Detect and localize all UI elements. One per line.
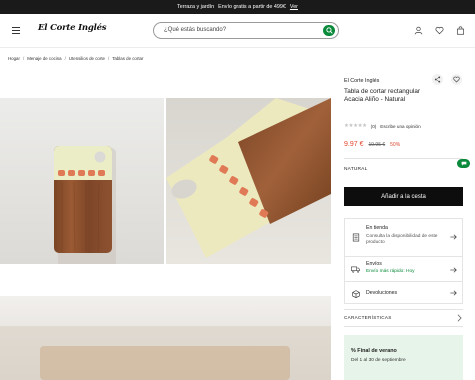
wishlist-heart-icon[interactable] xyxy=(451,74,462,85)
bag-icon[interactable] xyxy=(455,25,465,35)
rating-stars: ★★★★★ xyxy=(344,123,367,129)
current-price: 9.97 € xyxy=(344,141,364,148)
returns-title: Devoluciones xyxy=(366,290,398,296)
user-icon[interactable] xyxy=(413,25,423,35)
promo-category[interactable]: Terraza y jardín xyxy=(177,4,214,10)
shipping-description: Envío más rápido: Hoy xyxy=(366,269,415,274)
product-image-3[interactable] xyxy=(0,296,331,380)
features-label: CARACTERÍSTICAS xyxy=(344,315,392,320)
banner-title: % Final de verano xyxy=(351,348,397,354)
returns-item[interactable]: Devoluciones xyxy=(345,282,462,304)
product-rating: ★★★★★ (0) Escribe una opinión xyxy=(344,123,421,129)
breadcrumb-item[interactable]: Hogar xyxy=(8,56,20,61)
breadcrumb-item[interactable]: Utensilios de corte xyxy=(69,56,105,61)
store-description: Consulta la disponibilidad de este produ… xyxy=(366,234,438,245)
summer-sale-banner[interactable]: % Final de verano Del 1 al 30 de septiem… xyxy=(344,335,463,380)
site-header: El Corte Inglés ¿Qué estás buscando? xyxy=(0,14,475,48)
product-page: Terraza y jardín Envío gratis a partir d… xyxy=(0,0,475,380)
site-logo[interactable]: El Corte Inglés xyxy=(38,23,107,33)
store-availability-item[interactable]: En tienda Consulta la disponibilidad de … xyxy=(345,219,462,256)
chat-button[interactable] xyxy=(457,159,470,168)
services-box: En tienda Consulta la disponibilidad de … xyxy=(344,218,463,304)
write-review-link[interactable]: Escribe una opinión xyxy=(380,124,420,129)
add-to-cart-button[interactable]: Añadir a la cesta xyxy=(344,187,463,206)
breadcrumb-separator: / xyxy=(107,56,110,61)
rating-count: (0) xyxy=(370,123,377,129)
search-icon xyxy=(325,27,333,34)
color-label: NATURAL xyxy=(344,167,368,172)
breadcrumb-separator: / xyxy=(22,56,25,61)
promo-bar: Terraza y jardín Envío gratis a partir d… xyxy=(0,0,475,14)
store-title: En tienda xyxy=(366,225,388,231)
product-title: Tabla de cortar rectangular Acacia Aliño… xyxy=(344,88,421,103)
arrow-right-icon xyxy=(449,266,457,274)
share-icon[interactable] xyxy=(432,74,443,85)
product-image-2[interactable] xyxy=(166,98,331,264)
features-accordion[interactable]: CARACTERÍSTICAS xyxy=(344,313,463,325)
original-price: 19.95 € xyxy=(368,142,386,148)
breadcrumb-item[interactable]: Menaje de cocina xyxy=(27,56,61,61)
promo-offer: Envío gratis a partir de 499€ xyxy=(218,4,286,10)
product-image-1[interactable] xyxy=(0,98,164,264)
breadcrumb-item[interactable]: Tablas de cortar xyxy=(112,56,143,61)
arrow-right-icon xyxy=(449,233,457,241)
product-brand[interactable]: El Corte Inglés xyxy=(344,78,379,84)
chevron-right-icon xyxy=(455,313,463,322)
truck-icon xyxy=(351,265,360,274)
arrow-right-icon xyxy=(449,289,457,297)
box-icon xyxy=(351,289,360,298)
price-row: 9.97 € 19.95 € 50% xyxy=(344,141,400,148)
banner-dates: Del 1 al 30 de septiembre xyxy=(351,358,406,363)
divider xyxy=(344,309,463,310)
promo-link[interactable]: Ver xyxy=(290,4,298,10)
divider xyxy=(344,326,463,327)
shipping-title: Envíos xyxy=(366,261,382,267)
chat-icon xyxy=(461,161,466,166)
discount-badge: 50% xyxy=(390,142,401,148)
search-input[interactable]: ¿Qué estás buscando? xyxy=(164,27,226,33)
menu-icon[interactable] xyxy=(12,27,20,34)
divider xyxy=(344,158,463,159)
breadcrumb: Hogar / Menaje de cocina / Utensilios de… xyxy=(8,56,143,61)
store-icon xyxy=(351,233,360,242)
shipping-item[interactable]: Envíos Envío más rápido: Hoy xyxy=(345,257,462,281)
header-actions xyxy=(413,25,465,35)
heart-icon[interactable] xyxy=(434,25,444,35)
breadcrumb-separator: / xyxy=(64,56,66,61)
search-button[interactable] xyxy=(323,25,335,36)
search-bar[interactable]: ¿Qué estás buscando? xyxy=(153,22,339,39)
